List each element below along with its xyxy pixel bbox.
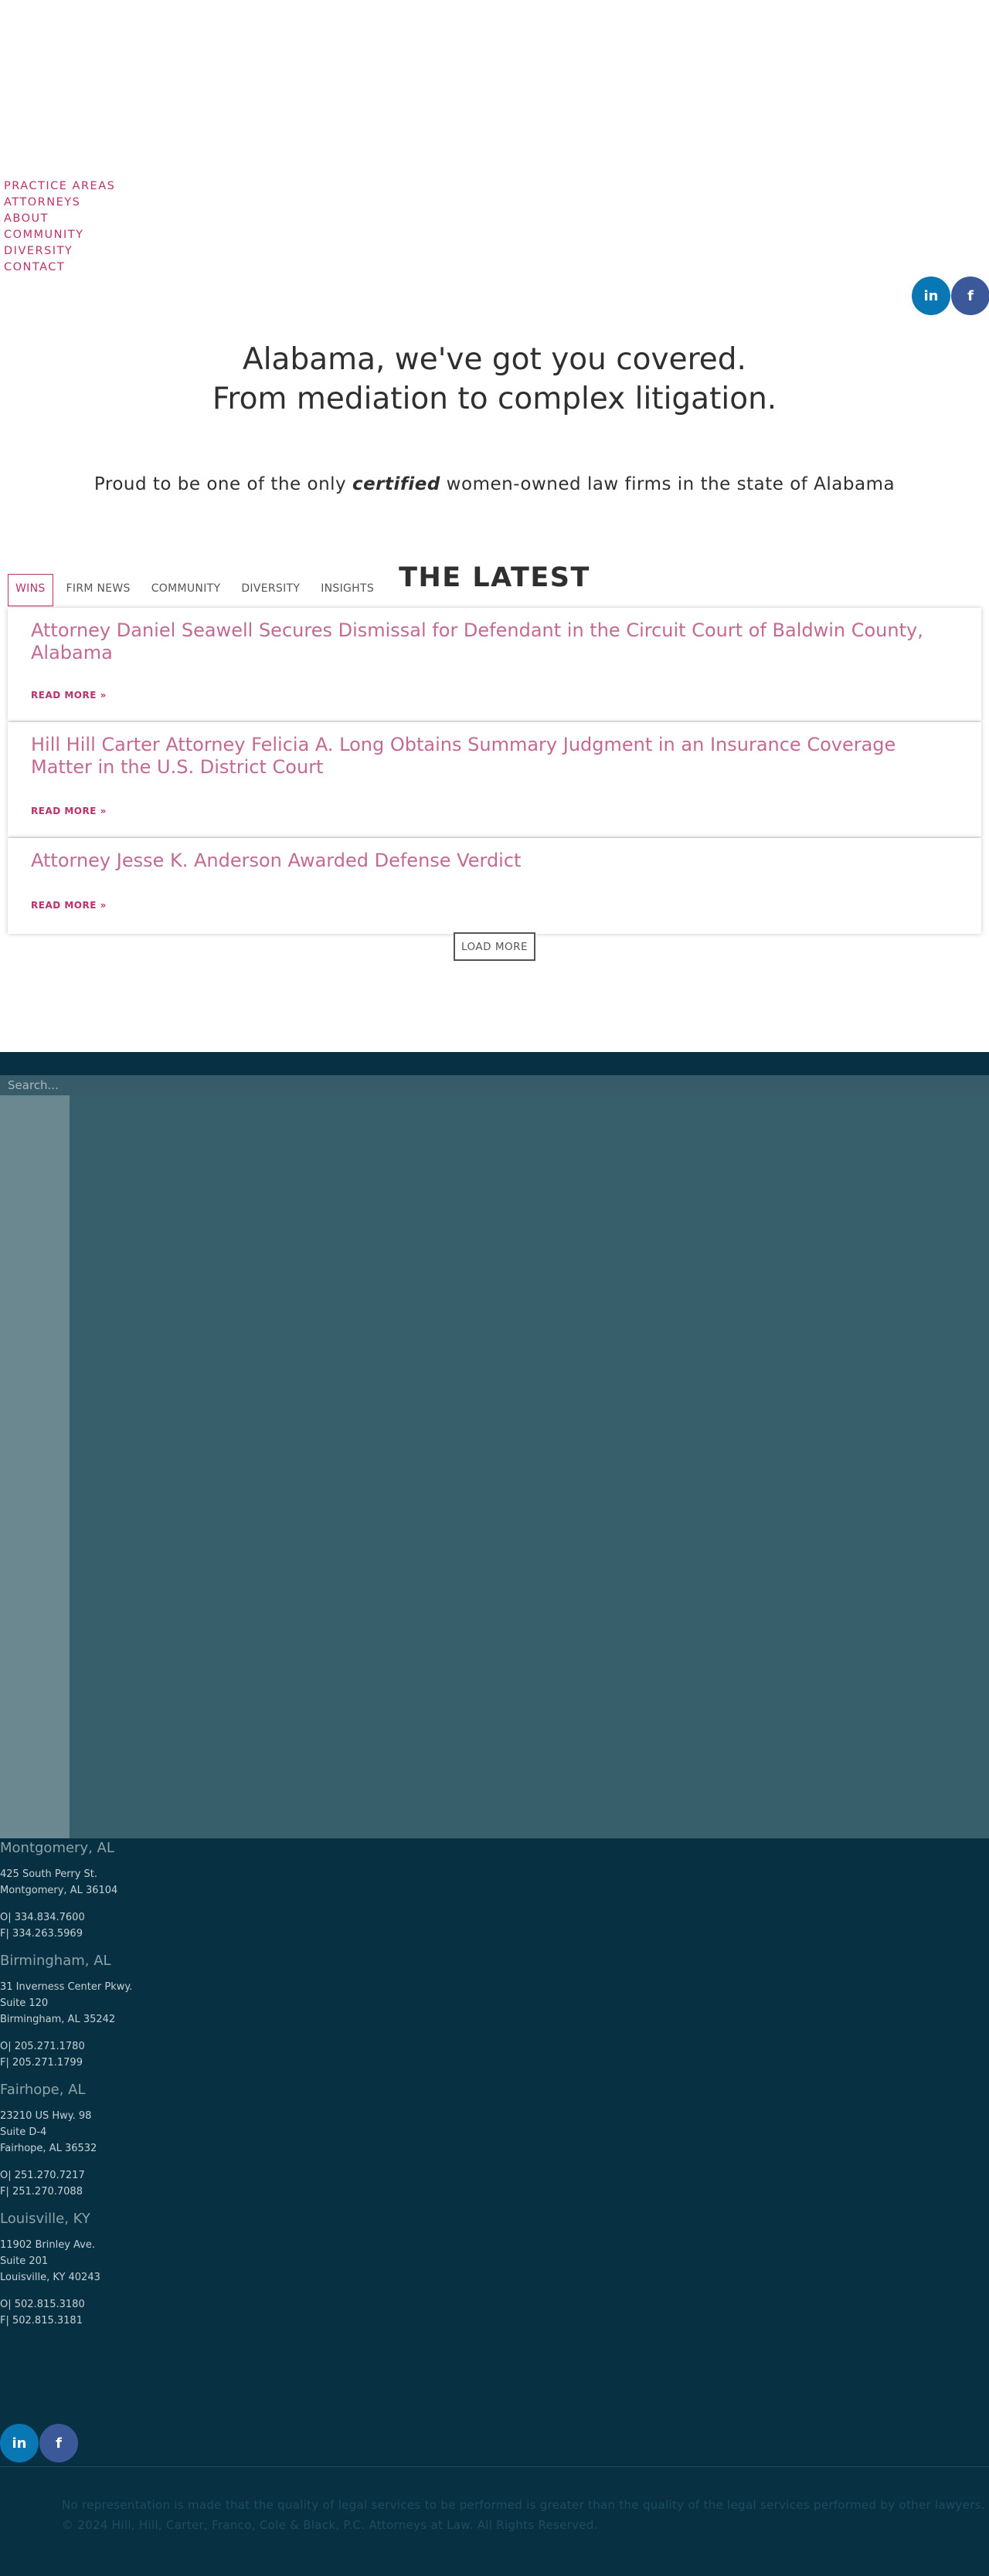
office-address-line: Suite 201 xyxy=(0,2255,49,2267)
disclaimer-text: No representation is made that the quali… xyxy=(62,2498,985,2512)
office-address-line: 31 Inverness Center Pkwy. xyxy=(0,1981,133,1993)
office-phone[interactable]: O| 205.271.1780 xyxy=(0,2038,132,2055)
office-city: Fairhope, AL xyxy=(0,2082,86,2098)
linkedin-icon[interactable]: in xyxy=(0,2424,39,2462)
load-more-button[interactable]: LOAD MORE xyxy=(454,932,535,961)
hero-line-1: Alabama, we've got you covered. xyxy=(243,342,746,377)
office-address-line: Suite 120 xyxy=(0,1997,49,2009)
office-address-line: 425 South Perry St. xyxy=(0,1868,98,1880)
latest-tabs: WINS FIRM NEWS COMMUNITY DIVERSITY INSIG… xyxy=(8,574,387,606)
office-fax: F| 205.271.1799 xyxy=(0,2057,83,2069)
office-address-line: Birmingham, AL 35242 xyxy=(0,2014,116,2025)
facebook-icon[interactable]: f xyxy=(39,2424,78,2462)
office-phone[interactable]: O| 502.815.3180 xyxy=(0,2296,132,2313)
office-map[interactable] xyxy=(0,1095,989,1838)
hero-line-2: From mediation to complex litigation. xyxy=(212,382,777,416)
post-title[interactable]: Attorney Daniel Seawell Secures Dismissa… xyxy=(31,619,958,664)
office-fax: F| 251.270.7088 xyxy=(0,2186,83,2198)
read-more-link[interactable]: READ MORE » xyxy=(31,806,107,816)
office-birmingham: Birmingham, AL 31 Inverness Center Pkwy.… xyxy=(0,1953,132,2071)
post-card: Attorney Jesse K. Anderson Awarded Defen… xyxy=(8,838,981,934)
read-more-link[interactable]: READ MORE » xyxy=(31,900,107,911)
office-address-line: 11902 Brinley Ave. xyxy=(0,2239,95,2251)
tagline-before: Proud to be one of the only xyxy=(93,474,352,494)
footer-divider xyxy=(0,2466,989,2467)
search-input[interactable] xyxy=(0,1075,989,1095)
tab-firm-news[interactable]: FIRM NEWS xyxy=(59,574,138,606)
post-card: Hill Hill Carter Attorney Felicia A. Lon… xyxy=(8,722,981,837)
office-montgomery: Montgomery, AL 425 South Perry St. Montg… xyxy=(0,1840,132,1942)
office-address-line: Suite D-4 xyxy=(0,2126,47,2138)
office-list: Montgomery, AL 425 South Perry St. Montg… xyxy=(0,1840,132,2340)
office-fax: F| 502.815.3181 xyxy=(0,2315,83,2327)
nav-item-community[interactable]: COMMUNITY xyxy=(4,227,115,243)
copyright-text: © 2024 Hill, Hill, Carter, Franco, Cole … xyxy=(62,2518,598,2532)
nav-item-attorneys[interactable]: ATTORNEYS xyxy=(4,195,115,211)
main-nav: PRACTICE AREAS ATTORNEYS ABOUT COMMUNITY… xyxy=(4,178,115,276)
nav-item-diversity[interactable]: DIVERSITY xyxy=(4,243,115,260)
office-louisville: Louisville, KY 11902 Brinley Ave. Suite … xyxy=(0,2211,132,2329)
post-title[interactable]: Hill Hill Carter Attorney Felicia A. Lon… xyxy=(31,734,958,779)
office-fairhope: Fairhope, AL 23210 US Hwy. 98 Suite D-4 … xyxy=(0,2082,132,2200)
office-address-line: Fairhope, AL 36532 xyxy=(0,2143,97,2154)
office-address-line: 23210 US Hwy. 98 xyxy=(0,2110,92,2122)
office-address-line: Montgomery, AL 36104 xyxy=(0,1885,118,1896)
post-title[interactable]: Attorney Jesse K. Anderson Awarded Defen… xyxy=(31,850,958,872)
social-links-footer: in f xyxy=(0,2424,78,2462)
tagline-after: women-owned law firms in the state of Al… xyxy=(440,474,896,494)
office-city: Birmingham, AL xyxy=(0,1953,111,1969)
tab-diversity[interactable]: DIVERSITY xyxy=(233,574,308,606)
office-phone[interactable]: O| 334.834.7600 xyxy=(0,1909,132,1926)
read-more-link[interactable]: READ MORE » xyxy=(31,690,107,701)
linkedin-icon[interactable]: in xyxy=(912,277,950,315)
nav-item-about[interactable]: ABOUT xyxy=(4,211,115,227)
tagline: Proud to be one of the only certified wo… xyxy=(0,474,989,494)
office-fax: F| 334.263.5969 xyxy=(0,1928,83,1940)
office-city: Montgomery, AL xyxy=(0,1840,114,1856)
office-phone[interactable]: O| 251.270.7217 xyxy=(0,2167,132,2184)
post-card: Attorney Daniel Seawell Secures Dismissa… xyxy=(8,608,981,721)
tagline-emphasis: certified xyxy=(352,474,440,494)
social-links-header: in f xyxy=(912,277,989,315)
office-city: Louisville, KY xyxy=(0,2211,90,2227)
facebook-icon[interactable]: f xyxy=(951,277,989,315)
tab-wins[interactable]: WINS xyxy=(8,574,53,606)
nav-item-practice-areas[interactable]: PRACTICE AREAS xyxy=(4,178,115,195)
legal-disclaimer: No representation is made that the quali… xyxy=(62,2495,985,2535)
hero-heading: Alabama, we've got you covered. From med… xyxy=(0,340,989,419)
office-address-line: Louisville, KY 40243 xyxy=(0,2272,100,2283)
map-sidebar xyxy=(0,1095,70,1838)
footer: Montgomery, AL 425 South Perry St. Montg… xyxy=(0,1052,989,2576)
nav-item-contact[interactable]: CONTACT xyxy=(4,260,115,276)
tab-community[interactable]: COMMUNITY xyxy=(144,574,229,606)
tab-insights[interactable]: INSIGHTS xyxy=(313,574,382,606)
